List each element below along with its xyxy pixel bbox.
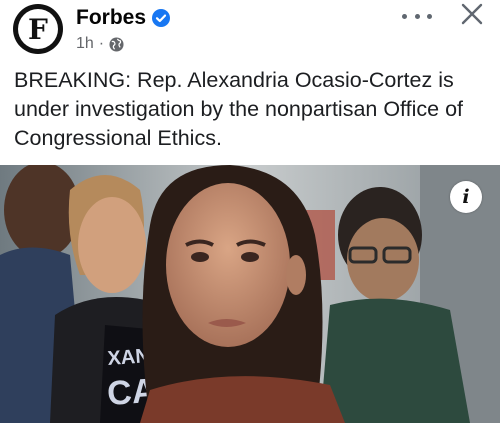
page-avatar[interactable]: F <box>13 4 63 54</box>
avatar-inner: F <box>18 9 58 49</box>
globe-icon <box>109 36 124 52</box>
post-timestamp[interactable]: 1h <box>76 35 94 53</box>
meta-separator: · <box>98 35 105 52</box>
post-meta: 1h · <box>76 35 124 53</box>
avatar-letter: F <box>28 12 48 46</box>
info-icon: i <box>462 186 470 208</box>
verified-badge-icon <box>152 9 171 27</box>
more-options-icon[interactable] <box>402 6 432 26</box>
post-header: F Forbes 1h · <box>0 0 500 62</box>
info-button[interactable]: i <box>450 181 482 213</box>
page-name[interactable]: Forbes <box>76 6 146 30</box>
photo-scene: XAND CAS <box>0 165 500 423</box>
facebook-post: F Forbes 1h · BREAKING: Rep. Alexandria … <box>0 0 500 423</box>
post-text: BREAKING: Rep. Alexandria Ocasio-Cortez … <box>14 68 464 150</box>
close-icon[interactable] <box>460 2 484 26</box>
post-photo[interactable]: XAND CAS i <box>0 165 500 423</box>
name-row: Forbes <box>76 6 171 30</box>
